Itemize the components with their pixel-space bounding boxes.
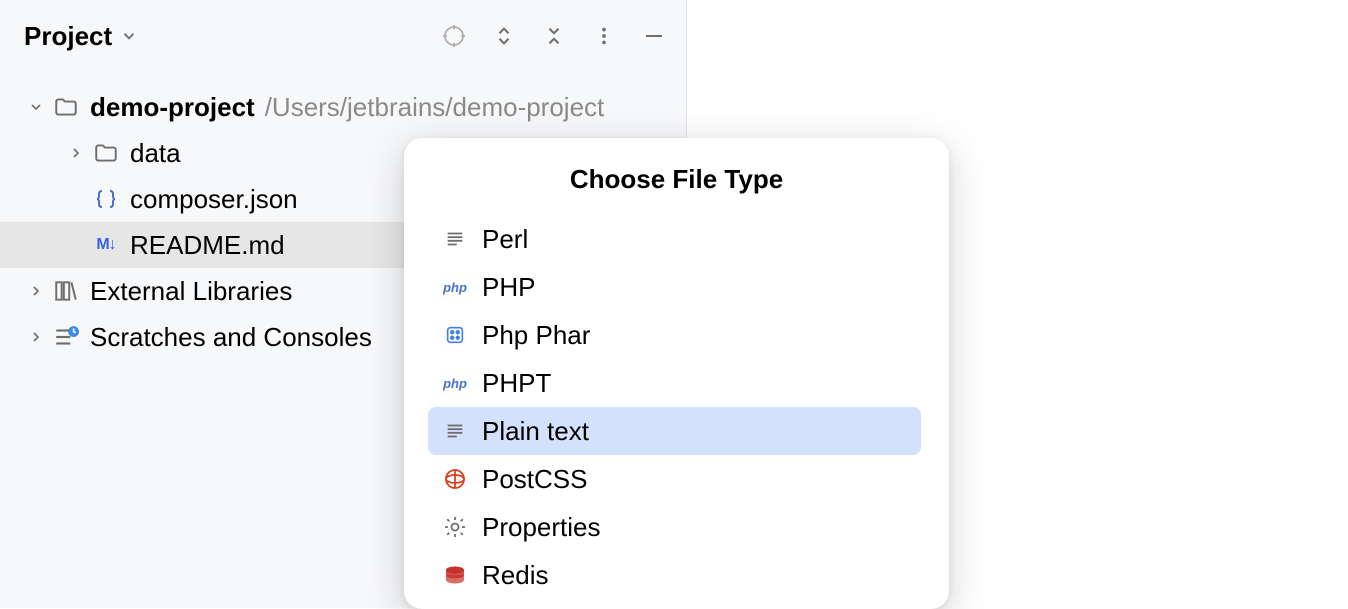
file-type-perl[interactable]: Perl: [428, 215, 921, 263]
file-type-plain-text[interactable]: Plain text: [428, 407, 921, 455]
popup-title: Choose File Type: [404, 138, 949, 215]
chevron-right-icon[interactable]: [26, 281, 46, 301]
scratches-icon: [52, 323, 80, 351]
folder-icon: [52, 93, 80, 121]
project-title-dropdown[interactable]: Project: [24, 21, 138, 52]
markdown-icon: M↓: [92, 231, 120, 259]
tree-root-name: demo-project: [90, 92, 255, 123]
file-type-label: Properties: [482, 512, 601, 543]
file-type-label: Redis: [482, 560, 548, 591]
chevron-right-icon[interactable]: [26, 327, 46, 347]
postcss-icon: [442, 466, 468, 492]
text-icon: [442, 418, 468, 444]
gear-icon: [442, 514, 468, 540]
file-type-php[interactable]: php PHP: [428, 263, 921, 311]
phar-icon: [442, 322, 468, 348]
file-type-label: PHPT: [482, 368, 551, 399]
file-type-label: Plain text: [482, 416, 589, 447]
chevron-right-icon[interactable]: [66, 143, 86, 163]
text-icon: [442, 226, 468, 252]
file-type-label: Perl: [482, 224, 528, 255]
file-type-properties[interactable]: Properties: [428, 503, 921, 551]
file-type-php-phar[interactable]: Php Phar: [428, 311, 921, 359]
tree-item-label: External Libraries: [90, 276, 292, 307]
chevron-down-icon: [120, 21, 138, 52]
expand-collapse-icon[interactable]: [492, 24, 516, 48]
folder-icon: [92, 139, 120, 167]
redis-icon: [442, 562, 468, 588]
tree-item-label: README.md: [130, 230, 285, 261]
tree-item-label: data: [130, 138, 181, 169]
file-type-label: PHP: [482, 272, 535, 303]
tree-root[interactable]: demo-project /Users/jetbrains/demo-proje…: [0, 84, 686, 130]
php-icon: php: [442, 370, 468, 396]
library-icon: [52, 277, 80, 305]
file-type-label: PostCSS: [482, 464, 588, 495]
choose-file-type-popup: Choose File Type Perl php PHP Php Phar p…: [404, 138, 949, 609]
project-title-label: Project: [24, 21, 112, 52]
file-type-list: Perl php PHP Php Phar php PHPT Plain tex…: [404, 215, 949, 599]
tree-root-path: /Users/jetbrains/demo-project: [265, 92, 605, 123]
php-icon: php: [442, 274, 468, 300]
json-icon: [92, 185, 120, 213]
file-type-redis[interactable]: Redis: [428, 551, 921, 599]
tree-item-label: composer.json: [130, 184, 298, 215]
file-type-label: Php Phar: [482, 320, 590, 351]
file-type-phpt[interactable]: php PHPT: [428, 359, 921, 407]
chevron-down-icon[interactable]: [26, 97, 46, 117]
sidebar-header: Project: [0, 0, 686, 76]
minimize-icon[interactable]: [642, 24, 666, 48]
target-icon[interactable]: [442, 24, 466, 48]
tree-item-label: Scratches and Consoles: [90, 322, 372, 353]
sidebar-toolbar: [442, 24, 666, 48]
collapse-all-icon[interactable]: [542, 24, 566, 48]
file-type-postcss[interactable]: PostCSS: [428, 455, 921, 503]
more-icon[interactable]: [592, 24, 616, 48]
